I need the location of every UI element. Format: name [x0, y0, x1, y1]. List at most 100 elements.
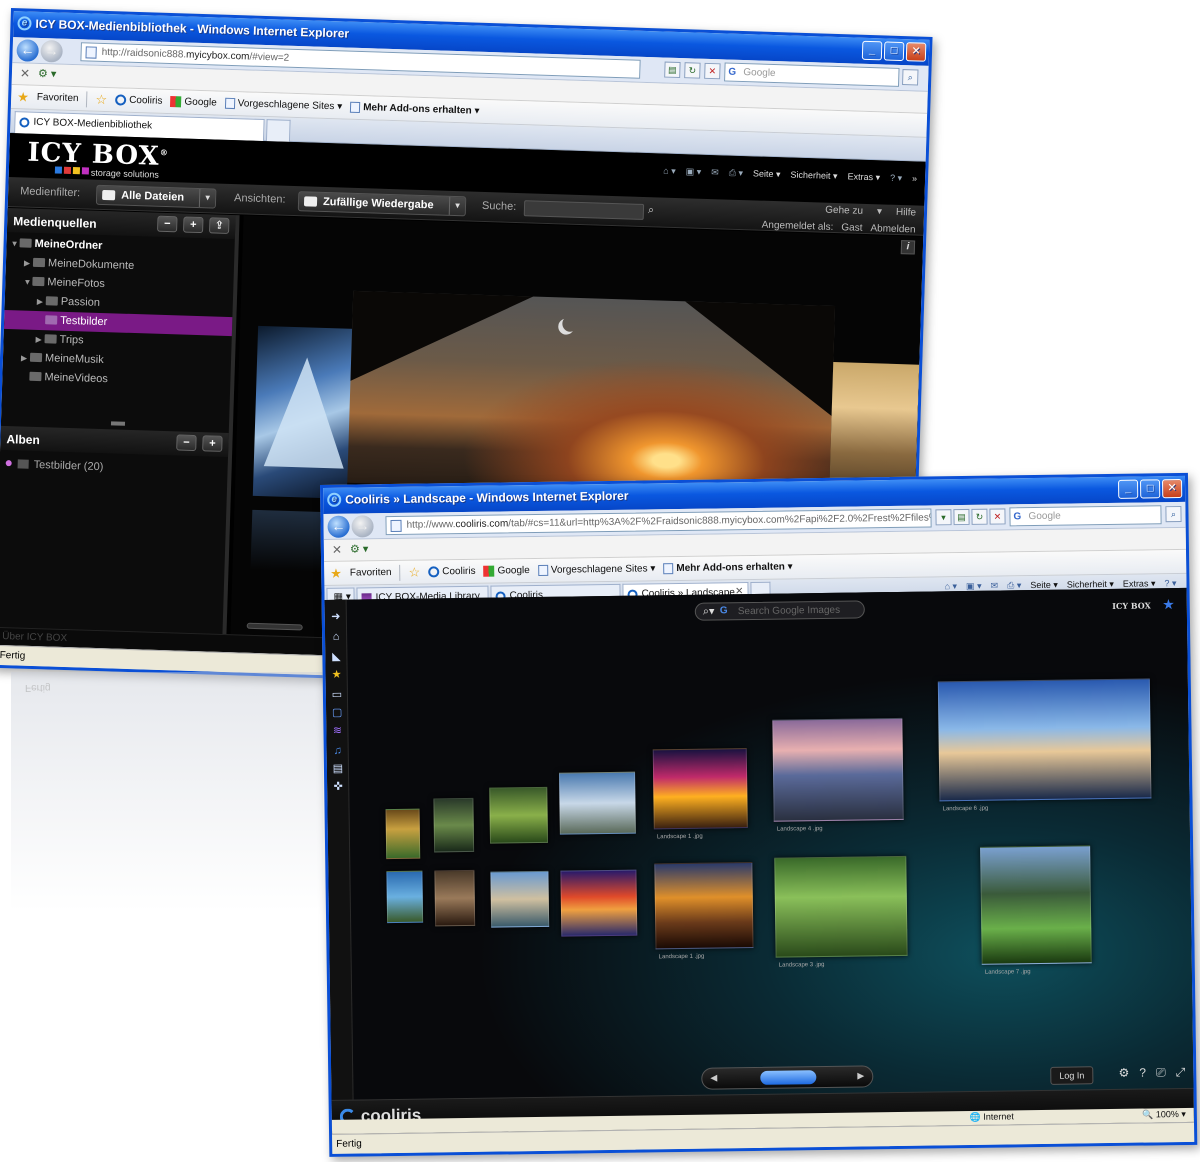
forward-icon[interactable]: →: [351, 515, 374, 538]
thumb-lake-dusk[interactable]: Landscape 4 .jpg: [772, 717, 904, 833]
scroll-left-icon[interactable]: ◀: [710, 1073, 717, 1084]
thumb-mountain-lake[interactable]: Landscape 6 .jpg: [937, 678, 1152, 812]
star-icon[interactable]: ★: [330, 668, 344, 682]
feeds-icon[interactable]: ▣ ▾: [686, 166, 702, 177]
thumb-winter-trees[interactable]: [434, 869, 476, 927]
music-icon[interactable]: ♫: [331, 744, 345, 758]
maximize-button[interactable]: □: [883, 41, 905, 62]
search-input[interactable]: G Google: [1009, 505, 1162, 527]
favorites-button[interactable]: Favoriten: [350, 567, 392, 579]
menu-seite[interactable]: Seite ▾: [753, 168, 781, 180]
menu-sicherheit[interactable]: Sicherheit ▾: [790, 170, 837, 182]
favorite-star-icon[interactable]: ★: [1162, 596, 1175, 613]
fav-suggested-sites[interactable]: Vorgeschlagene Sites ▾: [537, 563, 655, 576]
thumb-coast[interactable]: [386, 870, 424, 924]
search-icon[interactable]: ⌕: [1165, 505, 1182, 523]
bookmark-icon[interactable]: ◣: [329, 650, 343, 664]
fav-cooliris[interactable]: Cooliris: [114, 94, 163, 107]
search-icon[interactable]: ⌕: [902, 69, 919, 86]
search-input[interactable]: G Google: [724, 62, 900, 87]
help-menu[interactable]: Hilfe: [896, 207, 916, 219]
thumb-forest-path[interactable]: [433, 797, 475, 853]
fav-addons[interactable]: Mehr Add-ons erhalten ▾: [350, 101, 480, 117]
thumb-green-forest[interactable]: Landscape 3 .jpg: [774, 855, 908, 969]
fav-suggested-sites[interactable]: Vorgeschlagene Sites ▾: [224, 97, 342, 112]
mail-icon[interactable]: ✉: [711, 167, 719, 178]
addon-icon[interactable]: ⚙ ▾: [38, 67, 57, 81]
carousel-scrollbar[interactable]: [246, 622, 303, 631]
about-link[interactable]: Über ICY BOX: [2, 631, 67, 644]
settings-icon[interactable]: ⚙: [1119, 1066, 1130, 1081]
thumb-sunset-sky[interactable]: Landscape 1 .jpg: [652, 748, 748, 840]
compat-icon[interactable]: ▤: [664, 61, 681, 79]
remove-album-button[interactable]: −: [176, 434, 197, 452]
fav-cooliris[interactable]: Cooliris: [428, 566, 476, 578]
close-toolbar-icon[interactable]: ✕: [332, 543, 342, 557]
fullscreen-icon[interactable]: ⤢: [1176, 1065, 1186, 1080]
screen-icon[interactable]: ⎚: [1156, 1065, 1166, 1080]
search-icon[interactable]: ⌕: [648, 204, 655, 217]
monitor-icon[interactable]: ▭: [330, 688, 344, 702]
thumb-red-clouds[interactable]: [560, 869, 638, 937]
thumb-golden-field[interactable]: Landscape 1 .jpg: [654, 862, 754, 960]
thumb-river-valley[interactable]: [490, 870, 550, 928]
logout-link[interactable]: Abmelden: [870, 223, 915, 235]
stop-icon[interactable]: ✕: [704, 62, 721, 80]
fav-addons[interactable]: Mehr Add-ons erhalten ▾: [663, 561, 793, 575]
back-icon[interactable]: ←: [327, 515, 350, 538]
info-icon[interactable]: i: [900, 240, 916, 255]
minimize-button[interactable]: _: [1118, 479, 1139, 499]
minimize-button[interactable]: _: [861, 40, 883, 61]
film-icon[interactable]: ▤: [331, 762, 345, 776]
home-icon[interactable]: ⌂ ▾: [663, 166, 676, 177]
fav-google[interactable]: Google: [483, 565, 530, 577]
overflow-icon[interactable]: »: [912, 173, 917, 184]
maximize-button[interactable]: □: [1140, 479, 1161, 499]
panel-splitter[interactable]: [110, 421, 126, 426]
app-search-input[interactable]: [523, 200, 645, 220]
login-button[interactable]: Log In: [1050, 1066, 1094, 1085]
slider-knob[interactable]: [760, 1070, 817, 1085]
help-icon[interactable]: ?: [1139, 1066, 1146, 1081]
compat-icon[interactable]: ▤: [953, 508, 970, 526]
thumb-green-hills[interactable]: Landscape 7 .jpg: [980, 845, 1092, 976]
zoom-control[interactable]: 🔍 100% ▾: [1142, 1109, 1186, 1121]
add-album-button[interactable]: +: [202, 435, 223, 452]
wall-scroll-slider[interactable]: ◀ ▶: [701, 1065, 874, 1090]
new-tab-button[interactable]: [265, 119, 291, 142]
addon-icon[interactable]: ⚙ ▾: [350, 542, 369, 555]
google-images-search[interactable]: ⌕▾ G Search Google Images: [694, 600, 865, 621]
add-favorite-icon[interactable]: ☆: [408, 564, 420, 580]
thumb-snow-mountains[interactable]: [559, 771, 636, 835]
add-favorite-icon[interactable]: ☆: [95, 91, 107, 107]
arrow-right-icon[interactable]: ➜: [329, 610, 343, 624]
help-icon[interactable]: ? ▾: [890, 173, 902, 184]
goto-menu[interactable]: Gehe zu: [825, 205, 863, 217]
home-icon[interactable]: ⌂: [329, 630, 343, 644]
favorites-button[interactable]: Favoriten: [37, 92, 79, 104]
thumb-green-meadow[interactable]: [489, 786, 549, 844]
fav-google[interactable]: Google: [170, 96, 217, 109]
photo-iceberg[interactable]: [252, 325, 355, 499]
album-testbilder[interactable]: Testbilder (20): [5, 458, 104, 473]
menu-extras[interactable]: Extras ▾: [847, 171, 880, 183]
close-button[interactable]: ✕: [905, 42, 927, 62]
thumb-autumn-forest[interactable]: [385, 808, 421, 860]
scroll-right-icon[interactable]: ▶: [857, 1070, 864, 1081]
forward-icon[interactable]: →: [40, 39, 64, 63]
refresh-icon[interactable]: ↻: [684, 62, 701, 79]
address-bar[interactable]: http://www.cooliris.com/tab/#cs=11&url=h…: [385, 508, 932, 536]
refresh-icon[interactable]: ↻: [971, 508, 988, 525]
tv-icon[interactable]: ▢: [330, 706, 344, 720]
layers-icon[interactable]: ≋: [330, 724, 344, 738]
ansichten-dropdown[interactable]: Zufällige Wiedergabe ▼: [297, 191, 467, 217]
back-icon[interactable]: ←: [16, 39, 40, 62]
close-toolbar-icon[interactable]: ✕: [20, 66, 30, 80]
add-source-button[interactable]: +: [183, 216, 204, 234]
close-button[interactable]: ✕: [1162, 478, 1183, 499]
stop-icon[interactable]: ✕: [989, 508, 1006, 525]
dropdown-icon[interactable]: ▾: [935, 509, 952, 526]
print-icon[interactable]: ⎙ ▾: [729, 168, 744, 179]
upload-button[interactable]: ⇪: [209, 217, 230, 234]
remove-source-button[interactable]: −: [157, 215, 178, 233]
